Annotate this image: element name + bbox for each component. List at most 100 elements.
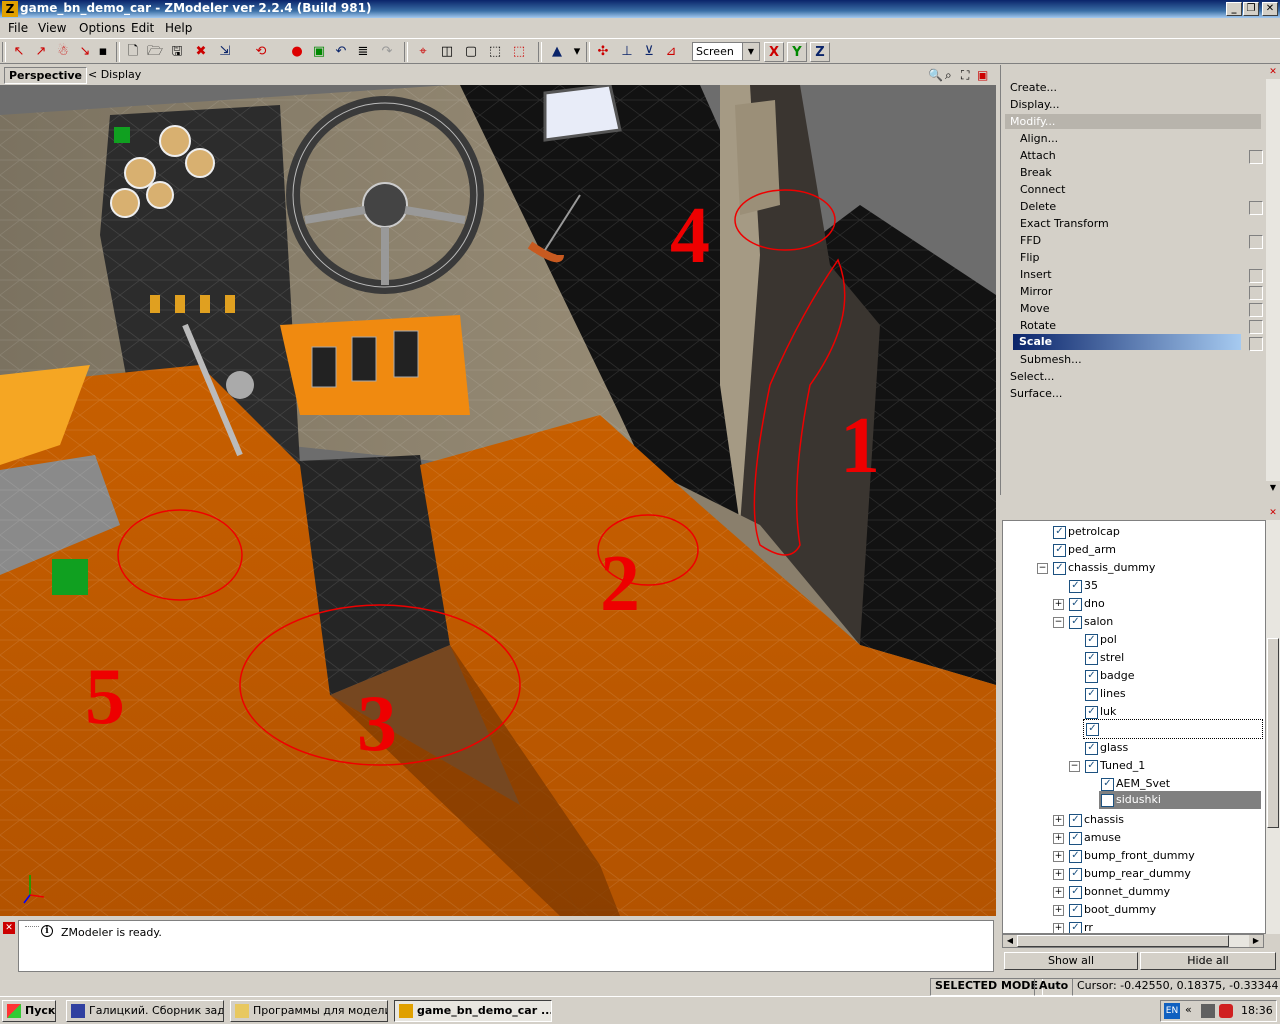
delete-icon[interactable]: ✖ xyxy=(192,43,210,61)
cmd-surface[interactable]: Surface... xyxy=(1010,387,1062,400)
scroll-left-icon[interactable]: ◀ xyxy=(1003,935,1017,947)
tree-node-focused[interactable]: ✓ gl xyxy=(1083,719,1263,739)
axis-x-button[interactable]: X xyxy=(764,42,784,62)
cmd-delete[interactable]: Delete xyxy=(1020,200,1056,213)
axis-y-button[interactable]: Y xyxy=(787,42,807,62)
maximize-viewport-icon[interactable]: ▣ xyxy=(977,68,988,82)
command-panel-scrollbar[interactable]: ✕ ▼ xyxy=(1266,65,1280,495)
cmd-select[interactable]: Select... xyxy=(1010,370,1054,383)
antivirus-icon[interactable] xyxy=(1219,1004,1233,1018)
redo-icon[interactable]: ↷ xyxy=(378,43,396,61)
menu-help[interactable]: Help xyxy=(165,21,192,35)
axis-dropdown-icon[interactable]: ▾ xyxy=(568,43,586,61)
menu-edit[interactable]: Edit xyxy=(131,21,154,35)
status-auto[interactable]: Auto xyxy=(1034,978,1074,996)
close-button[interactable]: ✕ xyxy=(1262,2,1278,16)
cmd-rotate-options[interactable] xyxy=(1249,320,1263,334)
cmd-submesh[interactable]: Submesh... xyxy=(1020,353,1082,366)
taskbar-task[interactable]: Программы для модели... xyxy=(230,1000,388,1022)
cmd-attach-options[interactable] xyxy=(1249,150,1263,164)
walker-icon[interactable]: ☃ xyxy=(54,43,72,61)
cmd-mirror-options[interactable] xyxy=(1249,286,1263,300)
cmd-align[interactable]: Align... xyxy=(1020,132,1058,145)
tab-perspective[interactable]: Perspective xyxy=(4,67,88,84)
cmd-insert[interactable]: Insert xyxy=(1020,268,1052,281)
3d-viewport[interactable]: 1 2 3 4 5 xyxy=(0,85,996,916)
cmd-insert-options[interactable] xyxy=(1249,269,1263,283)
menu-view[interactable]: View xyxy=(38,21,66,35)
zoom-region-icon[interactable]: ⌕ xyxy=(945,68,952,83)
minimize-button[interactable]: _ xyxy=(1226,2,1242,16)
tree-scrollbar[interactable] xyxy=(1266,520,1280,934)
menu-file[interactable]: File xyxy=(8,21,28,35)
checkbox-icon: ✓ xyxy=(1085,634,1098,647)
axis-z-button[interactable]: Z xyxy=(810,42,830,62)
cmd-ffd[interactable]: FFD xyxy=(1020,234,1041,247)
tree-scroll-thumb[interactable] xyxy=(1267,638,1279,828)
grid-icon[interactable]: ⊥ xyxy=(618,43,636,61)
cmd-flip[interactable]: Flip xyxy=(1020,251,1039,264)
cmd-move-options[interactable] xyxy=(1249,303,1263,317)
cmd-break[interactable]: Break xyxy=(1020,166,1052,179)
cmd-scale-options[interactable] xyxy=(1249,337,1263,351)
snap-icon[interactable]: ✣ xyxy=(594,43,612,61)
cmd-move[interactable]: Move xyxy=(1020,302,1050,315)
tree-panel-close-icon[interactable]: ✕ xyxy=(1266,506,1280,520)
cmd-create[interactable]: Create... xyxy=(1010,81,1057,94)
maximize-button[interactable]: ❐ xyxy=(1243,2,1259,16)
cmd-attach[interactable]: Attach xyxy=(1020,149,1056,162)
select-tool-icon[interactable]: ↖ xyxy=(10,43,28,61)
menu-options[interactable]: Options xyxy=(79,21,125,35)
notes-icon[interactable]: ≣ xyxy=(354,43,372,61)
display-label[interactable]: < Display xyxy=(88,68,141,81)
cmd-modify[interactable]: Modify... xyxy=(1010,115,1055,128)
taskbar-task[interactable]: Галицкий. Сборник зад... xyxy=(66,1000,224,1022)
zoom-icon[interactable]: 🔍 xyxy=(928,68,943,82)
scroll-right-icon[interactable]: ▶ xyxy=(1249,935,1263,947)
pointer-icon[interactable]: ↘ xyxy=(76,43,94,61)
tray-expand-icon[interactable]: « xyxy=(1185,1003,1192,1016)
tools-dropdown-icon[interactable]: ▪ xyxy=(94,43,112,61)
open-folder-icon[interactable]: 🗁 xyxy=(146,43,164,61)
scroll-down-icon[interactable]: ▼ xyxy=(1266,481,1280,495)
cmd-scale[interactable]: Scale xyxy=(1019,335,1052,348)
start-button[interactable]: Пуск xyxy=(2,1000,56,1022)
axis-icon[interactable]: ▲ xyxy=(548,43,566,61)
vertex-mode-icon[interactable]: ⌖ xyxy=(414,43,432,61)
select-move-icon[interactable]: ↗ xyxy=(32,43,50,61)
cmd-rotate[interactable]: Rotate xyxy=(1020,319,1056,332)
panel-close-icon[interactable]: ✕ xyxy=(1266,65,1280,79)
import-icon[interactable]: ⟲ xyxy=(252,43,270,61)
wire-box-icon[interactable]: ⬚ xyxy=(510,43,528,61)
render-icon[interactable]: ▣ xyxy=(310,43,328,61)
hide-all-button[interactable]: Hide all xyxy=(1140,952,1276,970)
new-file-icon[interactable]: 🗋 xyxy=(124,43,142,61)
pan-icon[interactable]: ⛶ xyxy=(961,68,969,83)
network-icon[interactable] xyxy=(1201,1004,1215,1018)
show-all-button[interactable]: Show all xyxy=(1004,952,1138,970)
lock-axis-icon[interactable]: ⊿ xyxy=(662,43,680,61)
tree-hscroll-thumb[interactable] xyxy=(1017,935,1229,947)
export-icon[interactable]: ⇲ xyxy=(216,43,234,61)
save-icon[interactable]: 🖫 xyxy=(168,43,186,61)
coordinate-system-select[interactable]: Screen ▼ xyxy=(692,42,760,61)
language-indicator[interactable]: EN xyxy=(1164,1003,1180,1019)
cmd-ffd-options[interactable] xyxy=(1249,235,1263,249)
cmd-delete-options[interactable] xyxy=(1249,201,1263,215)
undo-icon[interactable]: ↶ xyxy=(332,43,350,61)
object-mode-icon[interactable]: ▢ xyxy=(462,43,480,61)
local-axis-icon[interactable]: ⊻ xyxy=(640,43,658,61)
cmd-mirror[interactable]: Mirror xyxy=(1020,285,1052,298)
tree-horizontal-scrollbar[interactable]: ◀ ▶ xyxy=(1002,934,1264,948)
tree-node-selected[interactable]: sidushki xyxy=(1099,791,1261,809)
cmd-exact-transform[interactable]: Exact Transform xyxy=(1020,217,1109,230)
face-mode-icon[interactable]: ◫ xyxy=(438,43,456,61)
box-mode-icon[interactable]: ⬚ xyxy=(486,43,504,61)
cmd-connect[interactable]: Connect xyxy=(1020,183,1065,196)
object-tree[interactable]: ✓ petrolcap ✓ ped_arm − ✓ chassis_dummy ✓ 35 … xyxy=(1002,520,1266,934)
taskbar-task-active[interactable]: game_bn_demo_car ... xyxy=(394,1000,552,1022)
zmodeler-app-icon[interactable]: Z xyxy=(2,1,18,17)
record-icon[interactable]: ● xyxy=(288,43,306,61)
cmd-display[interactable]: Display... xyxy=(1010,98,1059,111)
log-close-icon[interactable]: ✕ xyxy=(3,922,15,934)
